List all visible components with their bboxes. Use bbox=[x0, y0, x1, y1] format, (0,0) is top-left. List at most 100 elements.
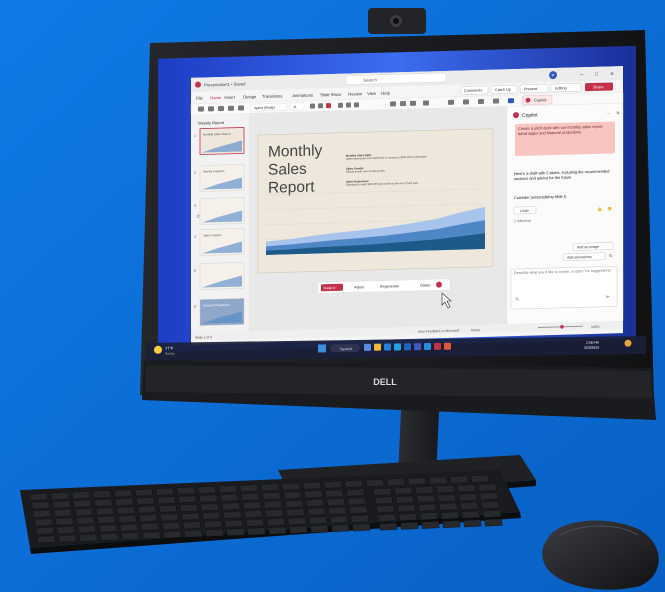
thumbs-up-icon[interactable]: 👍 bbox=[597, 207, 602, 212]
regenerate-button[interactable]: Regenerate bbox=[380, 284, 399, 289]
keyboard-key bbox=[115, 497, 134, 506]
keyboard-key bbox=[163, 530, 182, 539]
menu-tab[interactable]: Animations bbox=[292, 93, 313, 99]
thumbnail-number: 1 bbox=[194, 134, 196, 138]
windows-start-icon[interactable] bbox=[318, 344, 326, 353]
attach-icon[interactable]: ✎ bbox=[515, 297, 519, 303]
keyboard-key bbox=[71, 491, 91, 499]
keyboard-key bbox=[157, 496, 176, 505]
keyboard-key bbox=[119, 523, 139, 532]
keep-label: Keep it bbox=[324, 286, 335, 290]
keyboard-key bbox=[379, 522, 398, 531]
keyboard-key bbox=[118, 515, 137, 523]
slide-thumbnail[interactable]: 2 Weekly progress bbox=[194, 164, 245, 192]
menu-tab[interactable]: Home bbox=[210, 95, 222, 100]
screen: Presentation1 • Saved Search P – □ ✕ Fil… bbox=[158, 45, 636, 352]
keyboard-key bbox=[197, 485, 217, 494]
thumbnail-number: 4 bbox=[194, 235, 196, 239]
slide-thumbnail[interactable]: 1 Monthly Sales Report bbox=[194, 127, 245, 156]
adjust-button[interactable]: Adjust bbox=[354, 285, 364, 289]
copilot-ribbon-label: Copilot bbox=[534, 97, 547, 102]
keyboard-key bbox=[268, 526, 287, 535]
keyboard-key bbox=[200, 503, 220, 512]
keyboard-key bbox=[419, 512, 439, 521]
keyboard-key bbox=[139, 514, 158, 523]
menu-tab[interactable]: File bbox=[196, 96, 203, 101]
menu-tab[interactable]: Slide Show bbox=[320, 92, 342, 98]
thumbs-down-icon[interactable]: 👎 bbox=[607, 206, 612, 211]
send-icon[interactable]: ➢ bbox=[605, 295, 610, 301]
keyboard-key bbox=[29, 492, 49, 501]
keyboard-key bbox=[461, 510, 481, 519]
keyboard-key bbox=[79, 533, 98, 542]
slide-thumbnail[interactable]: 6 Financial Projections bbox=[194, 298, 245, 326]
keyboard-key bbox=[247, 527, 266, 536]
add-animations-label: Add animations bbox=[567, 255, 592, 260]
keyboard-key bbox=[50, 492, 70, 500]
copilot-title: Copilot bbox=[522, 112, 538, 118]
thumbnail-text: Financial Projections bbox=[203, 303, 230, 308]
slide-thumbnail[interactable]: 3 bbox=[194, 197, 245, 225]
keyboard-key bbox=[398, 513, 418, 521]
refresh-icon[interactable]: ↻ bbox=[609, 253, 613, 258]
menu-tab[interactable]: Transitions bbox=[262, 93, 282, 99]
add-image-label: Add an image bbox=[577, 245, 599, 250]
keyboard-key bbox=[223, 510, 242, 519]
slide-thumbnail[interactable]: 4 Sales Analysis bbox=[194, 228, 245, 256]
keyboard-key bbox=[377, 513, 397, 522]
section-weekly-report[interactable]: Weekly Report bbox=[198, 120, 225, 126]
weather-desc: Sunny bbox=[165, 352, 175, 356]
keyboard-key bbox=[266, 517, 286, 526]
keyboard-key bbox=[179, 504, 199, 512]
references[interactable]: 1 reference bbox=[514, 219, 531, 223]
clock-date: 3/20/2024 bbox=[584, 346, 599, 350]
keyboard-key bbox=[305, 499, 325, 507]
keyboard-key bbox=[142, 531, 161, 540]
keyboard-key bbox=[226, 528, 245, 537]
delete-button[interactable]: Delete bbox=[420, 283, 430, 287]
font-size: 11 bbox=[293, 105, 297, 109]
keyboard-key bbox=[134, 488, 154, 497]
keyboard-key bbox=[287, 517, 307, 526]
keyboard-key bbox=[394, 486, 413, 495]
keyboard-key bbox=[463, 519, 482, 528]
keyboard-key bbox=[160, 513, 179, 522]
clock-time[interactable]: 2:58 PM bbox=[586, 341, 599, 345]
taskbar-app-icons[interactable] bbox=[364, 342, 451, 351]
keyboard-key bbox=[155, 487, 175, 496]
keyboard-key bbox=[304, 490, 323, 499]
keyboard-key bbox=[416, 494, 436, 503]
notes-button[interactable]: Notes bbox=[471, 328, 480, 332]
keyboard-key bbox=[181, 512, 200, 521]
keyboard-key bbox=[73, 499, 92, 508]
slide-title-line: Sales bbox=[268, 161, 307, 179]
keyboard-key bbox=[245, 518, 265, 527]
close-pane-icon[interactable]: ✕ bbox=[616, 110, 620, 115]
keyboard-key bbox=[323, 480, 343, 489]
more-icon[interactable]: ··· bbox=[606, 111, 610, 116]
keyboard-key bbox=[136, 497, 155, 505]
menu-tab[interactable]: View bbox=[367, 91, 377, 96]
slide-bullets: Monthly Sales Data:Sales have grown from… bbox=[346, 153, 427, 187]
keyboard-key bbox=[439, 502, 458, 511]
font-name: Aptos (Body) bbox=[254, 106, 275, 111]
keyboard-key bbox=[328, 506, 347, 515]
menu-tab[interactable]: Design bbox=[243, 94, 257, 99]
menu-tab[interactable]: Review bbox=[348, 91, 363, 96]
keyboard-key bbox=[260, 483, 280, 492]
menu-tab[interactable]: Insert bbox=[224, 95, 235, 100]
menu-tab[interactable]: Help bbox=[381, 90, 390, 95]
maximize-icon[interactable]: □ bbox=[595, 72, 598, 78]
slide-thumbnail[interactable]: 5 bbox=[194, 262, 245, 290]
keyboard-key bbox=[58, 534, 77, 543]
weather-temp[interactable]: 77°F bbox=[165, 346, 174, 351]
close-window-icon[interactable]: ✕ bbox=[610, 71, 614, 77]
keyboard-key bbox=[52, 500, 71, 509]
keyboard-key bbox=[479, 492, 499, 501]
keyboard-key bbox=[365, 479, 385, 487]
thumbnail-text: Monthly Sales Report bbox=[203, 132, 231, 137]
keyboard-key bbox=[283, 491, 302, 500]
keyboard-key bbox=[140, 522, 160, 531]
thumbnail-text: Weekly progress bbox=[203, 169, 225, 174]
editing-label: Editing bbox=[555, 86, 567, 90]
